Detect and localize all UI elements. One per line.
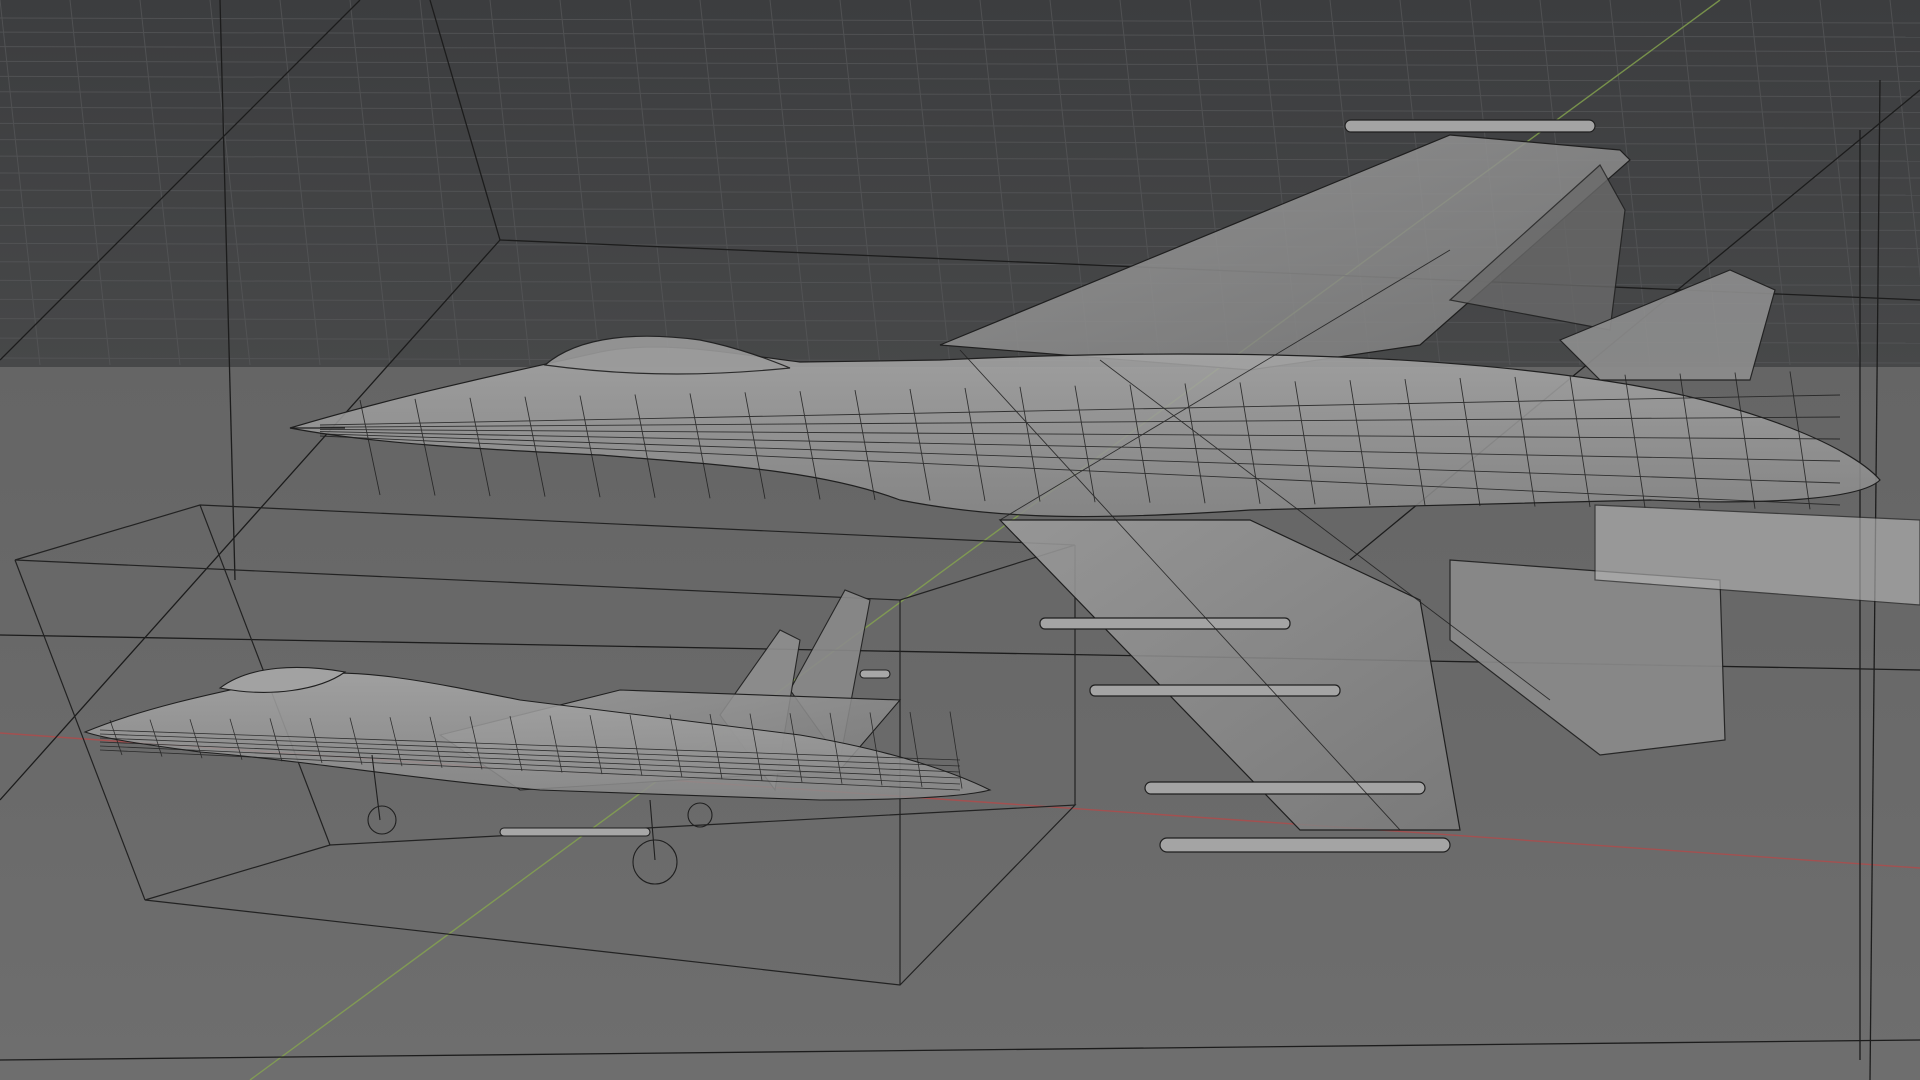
viewport-canvas[interactable] [0,0,1920,1080]
3d-viewport[interactable] [0,0,1920,1080]
